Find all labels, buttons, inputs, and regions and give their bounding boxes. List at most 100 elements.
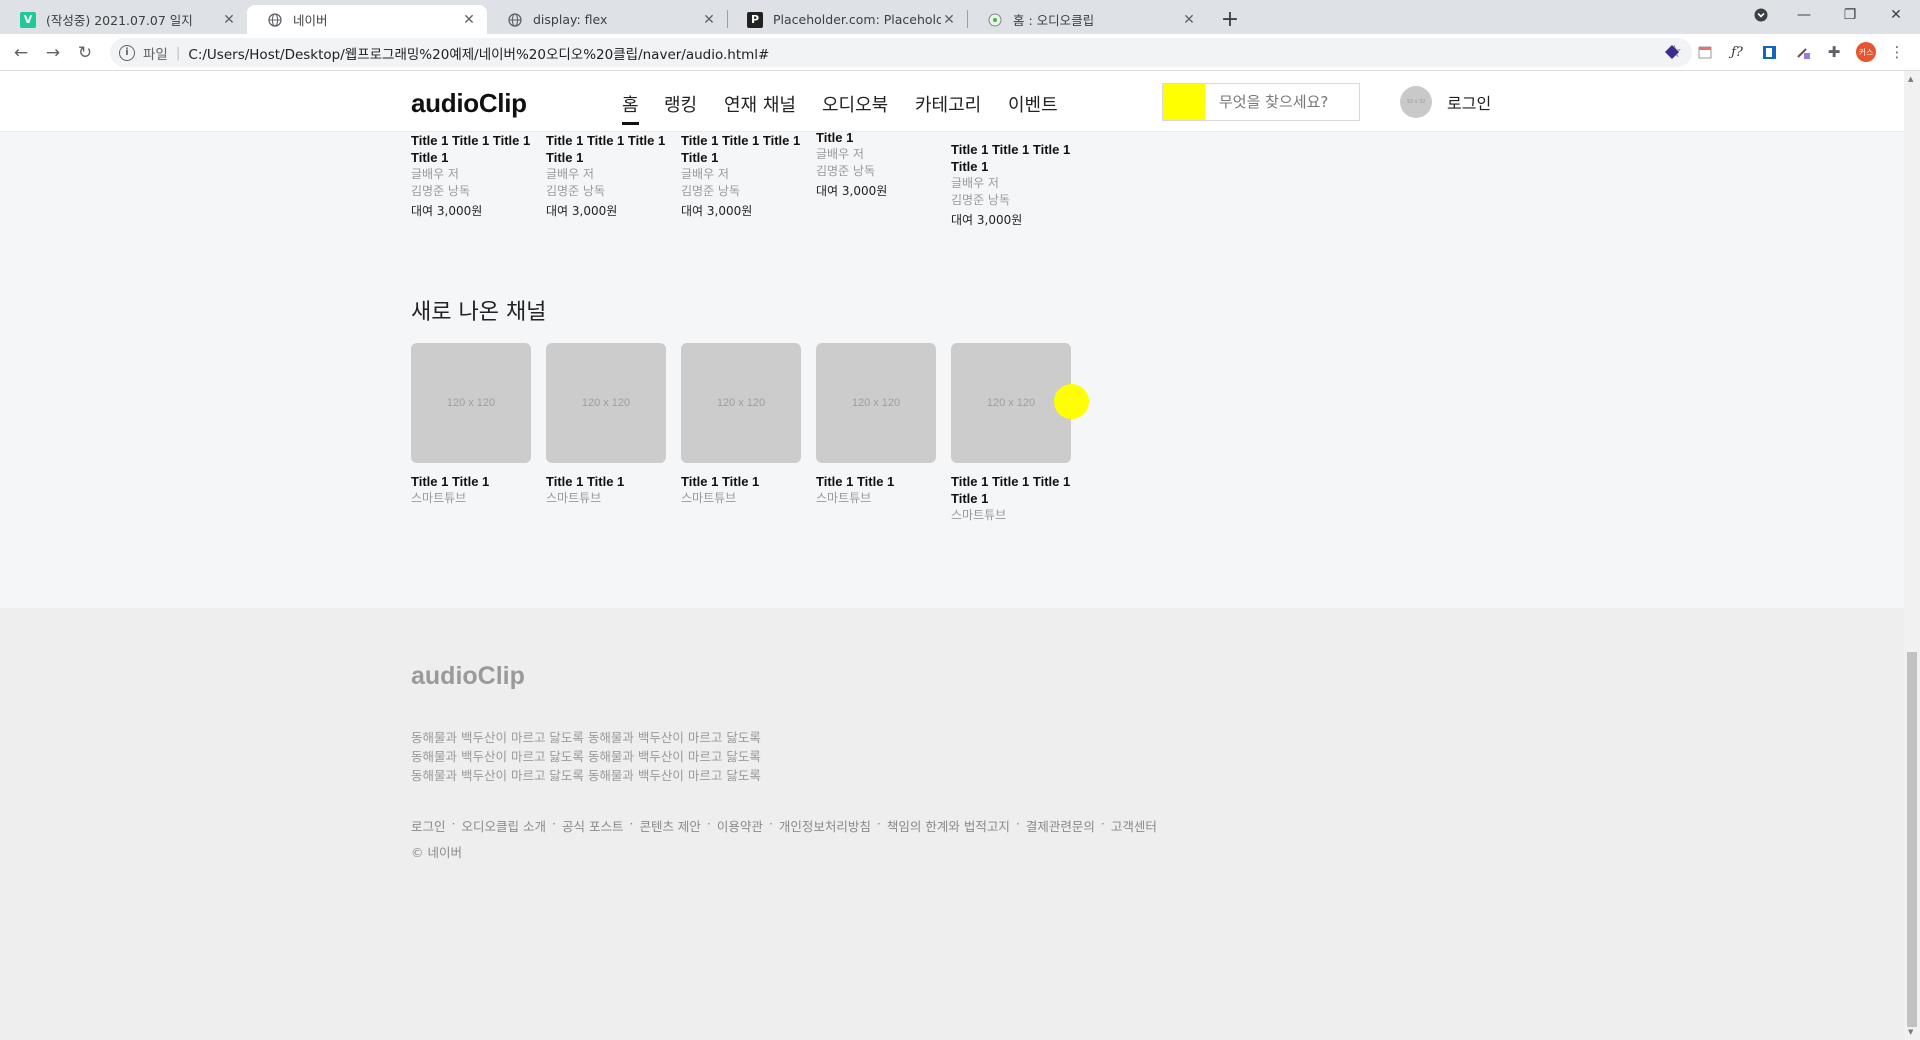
scrollbar-thumb[interactable]	[1907, 652, 1917, 1027]
restore-button[interactable]: ❐	[1827, 0, 1873, 30]
info-icon[interactable]: i	[119, 44, 135, 61]
footer-link-separator: ·	[551, 816, 556, 831]
audiobook-author: 글배우 저	[681, 167, 729, 181]
browser-tab[interactable]: display: flex ✕	[487, 5, 727, 34]
footer-link-terms[interactable]: 이용약관	[717, 816, 763, 835]
section-title: 새로 나온 채널	[411, 300, 547, 325]
calendar-icon[interactable]	[1696, 43, 1714, 61]
address-divider: |	[175, 44, 181, 61]
audiobook-title[interactable]: Title 1 Title 1 Title 1 Title 1	[411, 132, 533, 166]
close-icon[interactable]: ✕	[221, 12, 237, 28]
channel-title[interactable]: Title 1 Title 1	[411, 473, 533, 490]
browser-tab[interactable]: 홈 : 오디오클립 ✕	[967, 5, 1207, 34]
channel-card[interactable]: 120 x 120 Title 1 Title 1 Title 1 Title …	[951, 343, 1073, 524]
book-icon[interactable]	[1760, 43, 1778, 61]
nav-item-audiobook[interactable]: 오디오북	[822, 91, 888, 117]
channel-thumbnail[interactable]: 120 x 120	[411, 343, 531, 463]
channel-card[interactable]: 120 x 120 Title 1 Title 1 스마트튜브	[411, 343, 533, 507]
tab-search-icon[interactable]	[1738, 0, 1784, 30]
footer-link-post[interactable]: 공식 포스트	[562, 816, 623, 835]
close-icon[interactable]: ✕	[461, 12, 477, 28]
audiobook-narrator: 김명준 낭독	[816, 164, 876, 178]
puzzle-icon[interactable]: ✚	[1825, 43, 1843, 61]
browser-tab-active[interactable]: 네이버 ✕	[247, 5, 487, 34]
nav-item-event[interactable]: 이벤트	[1008, 91, 1058, 117]
avatar[interactable]: 32 x 32	[1400, 86, 1432, 118]
scroll-up-icon[interactable]: ▲	[1908, 75, 1913, 83]
channel-thumbnail[interactable]: 120 x 120	[816, 343, 936, 463]
cursor-highlight	[1054, 384, 1089, 419]
browser-tab[interactable]: P Placeholder.com: Placeholder.com ✕	[727, 5, 967, 34]
nav-item-category[interactable]: 카테고리	[915, 91, 981, 117]
footer-link-payment[interactable]: 결제관련문의	[1026, 816, 1095, 835]
audiobook-card[interactable]: Title 1 Title 1 Title 1 Title 1 글배우 저 김명…	[951, 141, 1073, 229]
tab-title: (작성중) 2021.07.07 일지	[46, 13, 193, 28]
page-scrollbar[interactable]: ▲ ▼	[1904, 71, 1920, 1040]
menu-kebab-icon[interactable]: ⋮	[1888, 43, 1906, 61]
nav-item-ranking[interactable]: 랭킹	[664, 91, 697, 117]
channel-card[interactable]: 120 x 120 Title 1 Title 1 스마트튜브	[816, 343, 938, 507]
audiobook-price: 대여 3,000원	[681, 204, 753, 218]
channel-title[interactable]: Title 1 Title 1	[816, 473, 938, 490]
channel-thumbnail[interactable]: 120 x 120	[681, 343, 801, 463]
reload-icon[interactable]: ↻	[72, 40, 98, 66]
channel-thumbnail[interactable]: 120 x 120	[546, 343, 666, 463]
audiobook-card[interactable]: Title 1 Title 1 Title 1 Title 1 글배우 저 김명…	[411, 132, 533, 220]
address-bar[interactable]: i 파일 | C:/Users/Host/Desktop/웹프로그래밍%20예제…	[110, 38, 1692, 67]
audiobook-card[interactable]: Title 1 Title 1 Title 1 Title 1 글배우 저 김명…	[681, 132, 803, 220]
login-link[interactable]: 로그인	[1447, 90, 1491, 114]
new-tab-button[interactable]: +	[1216, 5, 1244, 33]
browser-tab[interactable]: V (작성중) 2021.07.07 일지 ✕	[0, 5, 247, 34]
address-url[interactable]: C:/Users/Host/Desktop/웹프로그래밍%20예제/네이버%20…	[188, 43, 769, 63]
scroll-down-icon[interactable]: ▼	[1908, 1028, 1913, 1036]
channel-thumbnail[interactable]: 120 x 120	[951, 343, 1071, 463]
channel-title[interactable]: Title 1 Title 1	[681, 473, 803, 490]
window-close-button[interactable]: ✕	[1873, 0, 1919, 30]
footer-link-privacy[interactable]: 개인정보처리방침	[779, 816, 871, 835]
diamond-icon[interactable]	[1663, 43, 1681, 61]
footer-desc-line: 동해물과 백두산이 마르고 닳도록 동해물과 백두산이 마르고 닳도록	[411, 749, 761, 764]
eyedropper-icon[interactable]	[1794, 43, 1812, 61]
audiobook-card[interactable]: Title 1 Title 1 Title 1 Title 1 글배우 저 김명…	[546, 132, 668, 220]
audiobook-title[interactable]: Title 1 Title 1 Title 1 Title 1	[951, 141, 1073, 175]
footer-copyright: © 네이버	[411, 845, 462, 860]
close-icon[interactable]: ✕	[701, 12, 717, 28]
audiobook-price: 대여 3,000원	[546, 204, 618, 218]
channel-title[interactable]: Title 1 Title 1	[546, 473, 668, 490]
audiobook-author: 글배우 저	[411, 167, 459, 181]
channel-card[interactable]: 120 x 120 Title 1 Title 1 스마트튜브	[681, 343, 803, 507]
close-icon[interactable]: ✕	[1181, 12, 1197, 28]
browser-tab-strip: V (작성중) 2021.07.07 일지 ✕ 네이버 ✕ display: f…	[0, 0, 1920, 34]
back-arrow-icon[interactable]: ←	[8, 40, 34, 66]
audiobook-price: 대여 3,000원	[816, 184, 888, 198]
site-logo[interactable]: audioClip	[411, 88, 527, 119]
site-footer: audioClip 동해물과 백두산이 마르고 닳도록 동해물과 백두산이 마르…	[0, 608, 1904, 1040]
formula-icon[interactable]: ƒ?	[1728, 43, 1746, 61]
channel-title[interactable]: Title 1 Title 1 Title 1 Title 1	[951, 473, 1073, 507]
forward-arrow-icon[interactable]: →	[40, 40, 66, 66]
audiobook-title[interactable]: Title 1 Title 1 Title 1 Title 1	[546, 132, 668, 166]
minimize-button[interactable]: —	[1781, 0, 1827, 30]
nav-item-series-channel[interactable]: 연재 채널	[724, 91, 796, 117]
profile-avatar[interactable]: 커스	[1856, 42, 1876, 62]
footer-link-about[interactable]: 오디오클립 소개	[462, 816, 546, 835]
footer-link-support[interactable]: 고객센터	[1111, 816, 1157, 835]
channel-card[interactable]: 120 x 120 Title 1 Title 1 스마트튜브	[546, 343, 668, 507]
velog-favicon-icon: V	[20, 11, 36, 28]
channel-creator: 스마트튜브	[816, 491, 872, 505]
nav-item-home[interactable]: 홈	[622, 91, 639, 125]
footer-links: 로그인 · 오디오클립 소개 · 공식 포스트 · 콘텐츠 제안 · 이용약관 · 개인정…	[411, 816, 1157, 835]
search-icon[interactable]	[1163, 84, 1205, 120]
audiobook-title[interactable]: Title 1 Title 1 Title 1 Title 1	[681, 132, 803, 166]
footer-link-login[interactable]: 로그인	[411, 816, 446, 835]
footer-logo[interactable]: audioClip	[411, 662, 525, 691]
footer-link-legal[interactable]: 책임의 한계와 법적고지	[887, 816, 1010, 835]
footer-link-separator: ·	[706, 816, 711, 831]
close-icon[interactable]: ✕	[941, 12, 957, 28]
footer-description: 동해물과 백두산이 마르고 닳도록 동해물과 백두산이 마르고 닳도록 동해물과…	[411, 728, 761, 785]
tab-title: Placeholder.com: Placeholder.com	[773, 12, 941, 27]
search-input[interactable]	[1219, 93, 1349, 111]
audiobook-narrator: 김명준 낭독	[546, 184, 606, 198]
audiobook-author: 글배우 저	[546, 167, 594, 181]
footer-link-suggest[interactable]: 콘텐츠 제안	[639, 816, 700, 835]
